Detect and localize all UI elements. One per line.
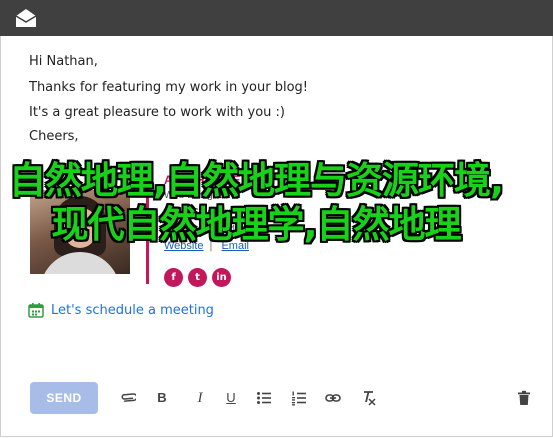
italic-icon[interactable]: I: [190, 388, 210, 408]
schedule-meeting-link[interactable]: Let's schedule a meeting: [28, 300, 214, 320]
linkedin-icon[interactable]: in: [212, 268, 231, 287]
bullet-list-icon[interactable]: [254, 388, 274, 408]
mail-open-icon: [15, 9, 37, 27]
overlay-caption: 自然地理,自然地理与资源环境,现代自然地理学,自然地理: [8, 159, 504, 246]
calendar-icon: [28, 303, 44, 318]
facebook-icon[interactable]: f: [164, 268, 183, 287]
email-signoff: Cheers,: [29, 129, 79, 144]
email-line-2: It's a great pleasure to work with you :…: [29, 105, 286, 120]
underline-icon[interactable]: U: [221, 388, 241, 408]
send-button[interactable]: SEND: [30, 382, 98, 414]
clear-format-icon[interactable]: [358, 388, 378, 408]
twitter-icon[interactable]: t: [188, 268, 207, 287]
attach-icon[interactable]: [118, 388, 138, 408]
title-bar: [0, 0, 553, 36]
trash-icon[interactable]: [514, 388, 534, 408]
link-icon[interactable]: [323, 388, 343, 408]
numbered-list-icon[interactable]: [289, 388, 309, 408]
schedule-meeting-label: Let's schedule a meeting: [51, 302, 214, 318]
email-line-1: Thanks for featuring my work in your blo…: [29, 80, 308, 95]
email-greeting: Hi Nathan,: [29, 54, 98, 69]
compose-toolbar: SEND B I U: [0, 380, 553, 416]
bold-icon[interactable]: B: [152, 388, 172, 408]
